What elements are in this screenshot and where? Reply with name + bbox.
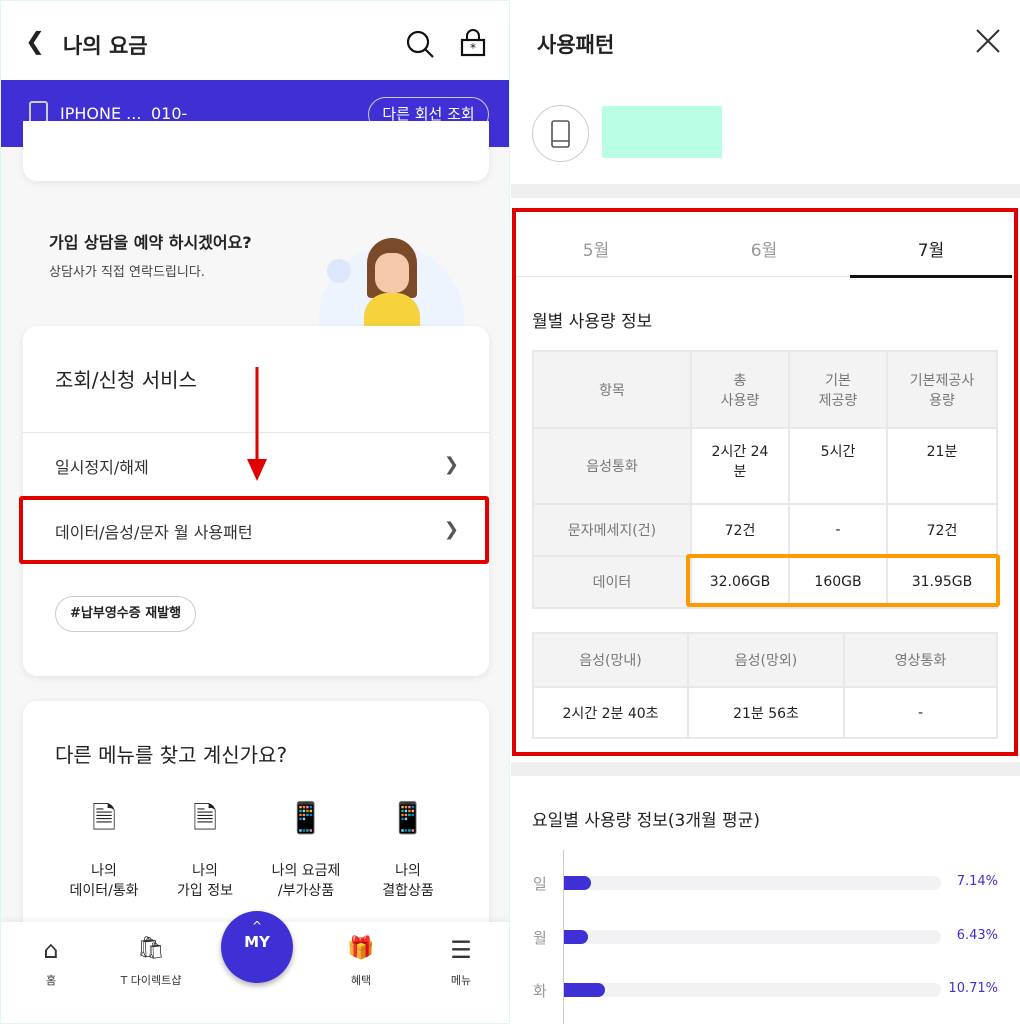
nav-benefit[interactable]: 🎁혜택: [311, 936, 411, 988]
phone-plus-icon: 📱: [353, 809, 463, 861]
lock-icon[interactable]: *: [459, 29, 487, 57]
redacted-number: [602, 106, 722, 158]
right-screen: 사용패턴 5월 6월 7월 월별 사용량 정보 항목총 사용량기본 제공량기본제…: [511, 0, 1020, 1024]
gift-icon: 🎁: [311, 936, 411, 972]
menu-my-data[interactable]: 🗎나의데이터/통화: [49, 809, 159, 901]
day-label: 화: [533, 980, 547, 1001]
page-title: 나의 요금: [63, 30, 148, 60]
chevron-right-icon: ❯: [444, 519, 459, 540]
tab-july[interactable]: 7월: [850, 236, 1012, 278]
menu-my-bundle[interactable]: 📱나의결합상품: [353, 809, 463, 901]
bar-value: 6.43%: [957, 928, 998, 943]
weekday-bar-row: 월 6.43%: [511, 927, 1020, 947]
consult-title[interactable]: 가입 상담을 예약 하시겠어요?: [49, 229, 252, 253]
nav-shop[interactable]: 🛍T 다이렉트샵: [101, 936, 201, 988]
search-icon[interactable]: [405, 29, 435, 59]
bar-track: [564, 983, 941, 997]
device-avatar: [532, 105, 589, 162]
menu-my-plan[interactable]: 📱나의 요금제/부가상품: [251, 809, 361, 901]
phone-coins-icon: 📱: [251, 809, 361, 861]
services-title: 조회/신청 서비스: [55, 364, 197, 393]
data-highlight-box: [686, 554, 1000, 607]
chevron-right-icon: ❯: [444, 454, 459, 475]
weekday-title: 요일별 사용량 정보(3개월 평균): [532, 806, 760, 831]
chevron-left-icon[interactable]: ❮: [25, 27, 45, 55]
tab-june[interactable]: 6월: [709, 236, 819, 261]
summary-card: [23, 121, 489, 181]
nav-menu[interactable]: ☰메뉴: [411, 936, 510, 988]
tab-may[interactable]: 5월: [541, 236, 651, 261]
bar-track: [564, 930, 941, 944]
table-row: 문자메세지(건)72건-72건: [533, 504, 997, 556]
weekday-bar-row: 화 10.71%: [511, 980, 1020, 1000]
arrow-down-icon: [245, 367, 269, 483]
monthly-title: 월별 사용량 정보: [532, 307, 652, 332]
bar-fill: [564, 930, 588, 944]
page-title: 사용패턴: [537, 29, 614, 59]
data-bill-icon: 🗎: [49, 809, 159, 861]
document-info-icon: 🗎: [150, 809, 260, 861]
voice-table: 음성(망내)음성(망외)영상통화 2시간 2분 40초21분 56초-: [532, 632, 998, 739]
receipt-tag[interactable]: #납부영수증 재발행: [55, 596, 196, 632]
hamburger-icon: ☰: [411, 936, 510, 972]
close-icon[interactable]: [975, 28, 1001, 54]
nav-home[interactable]: ⌂홈: [1, 936, 101, 988]
table-row: 음성통화2시간 24 분5시간21분: [533, 428, 997, 504]
menu-my-subscription[interactable]: 🗎나의가입 정보: [150, 809, 260, 901]
day-label: 월: [533, 927, 547, 948]
chevron-up-icon: ^: [221, 919, 293, 933]
bar-value: 10.71%: [948, 981, 998, 996]
shopping-bag-icon: 🛍: [101, 936, 201, 972]
bar-fill: [564, 983, 605, 997]
home-icon: ⌂: [1, 936, 101, 972]
day-label: 일: [533, 873, 547, 894]
svg-text:*: *: [470, 41, 476, 55]
bar-value: 7.14%: [957, 874, 998, 889]
my-button[interactable]: ^ MY: [221, 911, 293, 983]
bar-track: [564, 876, 941, 890]
bar-fill: [564, 876, 591, 890]
table-row: 2시간 2분 40초21분 56초-: [533, 687, 997, 738]
weekday-bar-row: 일 7.14%: [511, 873, 1020, 893]
phone-icon: [550, 119, 572, 149]
consult-subtitle: 상담사가 직접 연락드립니다.: [49, 261, 205, 280]
left-screen: ❮ 나의 요금 * IPHONE ... 010- 다른 회선 조회 가입 상담…: [0, 0, 510, 1024]
other-menu-title: 다른 메뉴를 찾고 계신가요?: [55, 739, 287, 768]
decor-circle: [327, 259, 351, 283]
header: ❮ 나의 요금 *: [1, 1, 510, 80]
